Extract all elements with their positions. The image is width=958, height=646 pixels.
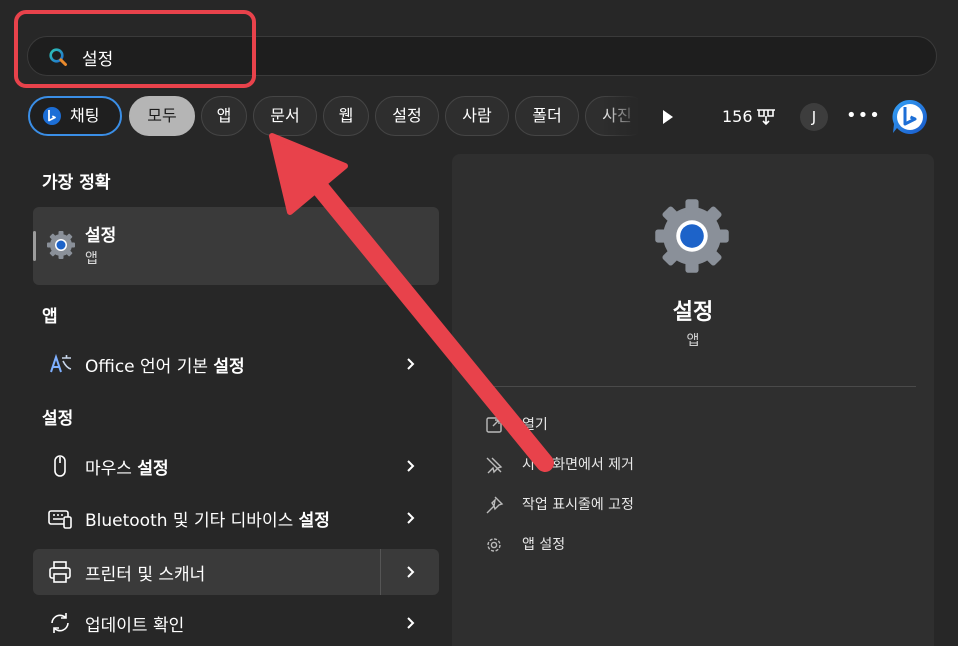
- best-match-title: 설정: [85, 226, 117, 246]
- list-item-office-language[interactable]: Office 언어 기본 설정: [33, 341, 439, 387]
- list-item-label: Office 언어 기본 설정: [85, 357, 245, 377]
- list-item-check-updates[interactable]: 업데이트 확인: [33, 600, 439, 646]
- action-label: 시작 화면에서 제거: [522, 457, 634, 473]
- chip-people[interactable]: 사람: [445, 96, 509, 136]
- list-item-bluetooth-settings[interactable]: Bluetooth 및 기타 디바이스 설정: [33, 495, 439, 541]
- chip-documents[interactable]: 문서: [253, 96, 317, 136]
- settings-gear-icon: [655, 199, 729, 273]
- bing-chat-icon: [43, 107, 61, 125]
- list-item-label: 업데이트 확인: [85, 616, 185, 636]
- annotation-highlight-box: [14, 10, 256, 88]
- chip-label: 설정: [392, 106, 422, 125]
- update-icon: [51, 613, 69, 633]
- chevron-right-icon: [407, 358, 415, 370]
- mouse-icon: [54, 455, 66, 477]
- filter-chip-row: 채팅 모두 앱 문서 웹 설정 사람 폴더 사진: [28, 96, 638, 138]
- list-item-label: 프린터 및 스캐너: [85, 565, 206, 585]
- action-label: 작업 표시줄에 고정: [522, 497, 634, 513]
- settings-heading: 설정: [42, 409, 74, 429]
- chevron-right-icon[interactable]: [405, 562, 417, 582]
- list-item-label: Bluetooth 및 기타 디바이스 설정: [85, 511, 330, 531]
- action-label: 앱 설정: [522, 537, 566, 553]
- action-unpin-start[interactable]: 시작 화면에서 제거: [484, 452, 784, 478]
- chip-folders[interactable]: 폴더: [515, 96, 579, 136]
- chip-label: 폴더: [532, 106, 562, 125]
- best-match-heading: 가장 정확: [42, 173, 111, 193]
- best-match-subtitle: 앱: [85, 251, 98, 267]
- apps-heading: 앱: [42, 307, 58, 327]
- detail-title: 설정: [672, 300, 714, 325]
- chip-web[interactable]: 웹: [323, 96, 369, 136]
- avatar[interactable]: J: [800, 103, 828, 131]
- chevron-right-icon: [407, 617, 415, 629]
- open-icon: [486, 417, 502, 433]
- gear-icon: [487, 538, 501, 552]
- bing-icon[interactable]: [890, 97, 930, 137]
- chip-label: 앱: [216, 106, 232, 125]
- selection-indicator: [33, 231, 36, 261]
- chip-settings[interactable]: 설정: [375, 96, 439, 136]
- item-divider: [380, 549, 381, 595]
- unpin-icon: [486, 457, 503, 474]
- detail-subtitle: 앱: [686, 333, 700, 349]
- office-language-icon: [50, 353, 72, 373]
- list-item-mouse-settings[interactable]: 마우스 설정: [33, 443, 439, 489]
- list-item-label: 마우스 설정: [85, 459, 169, 479]
- chevron-right-icon: [407, 512, 415, 524]
- chip-apps[interactable]: 앱: [201, 96, 247, 136]
- settings-gear-icon: [47, 231, 75, 259]
- action-open[interactable]: 열기: [484, 412, 784, 438]
- action-label: 열기: [522, 417, 548, 433]
- scroll-chips-play-icon[interactable]: [654, 104, 680, 130]
- rewards-medal-icon[interactable]: [755, 107, 777, 127]
- chip-label: 문서: [270, 106, 300, 125]
- printer-icon: [49, 561, 71, 583]
- chip-label: 사람: [462, 106, 492, 125]
- best-match-settings-app[interactable]: 설정 앱: [33, 207, 439, 285]
- detail-pane: 설정 앱 열기 시작 화면에서 제거 작업 표시줄에 고정 앱 설정: [452, 154, 934, 646]
- rewards-points[interactable]: 156: [722, 106, 753, 128]
- chip-all[interactable]: 모두: [129, 96, 195, 136]
- detail-divider: [476, 386, 916, 387]
- chip-chat[interactable]: 채팅: [28, 96, 122, 136]
- more-options-button[interactable]: •••: [846, 103, 880, 131]
- action-app-settings[interactable]: 앱 설정: [484, 532, 784, 558]
- chip-label: 채팅: [70, 106, 100, 125]
- bluetooth-devices-icon: [48, 510, 72, 529]
- chip-label: 모두: [147, 106, 177, 125]
- chip-label: 웹: [338, 106, 354, 125]
- list-item-printers-scanners[interactable]: 프린터 및 스캐너: [33, 549, 439, 595]
- chip-fade: [600, 96, 640, 138]
- chevron-right-icon: [407, 460, 415, 472]
- pin-icon: [486, 496, 504, 514]
- action-pin-taskbar[interactable]: 작업 표시줄에 고정: [484, 492, 784, 518]
